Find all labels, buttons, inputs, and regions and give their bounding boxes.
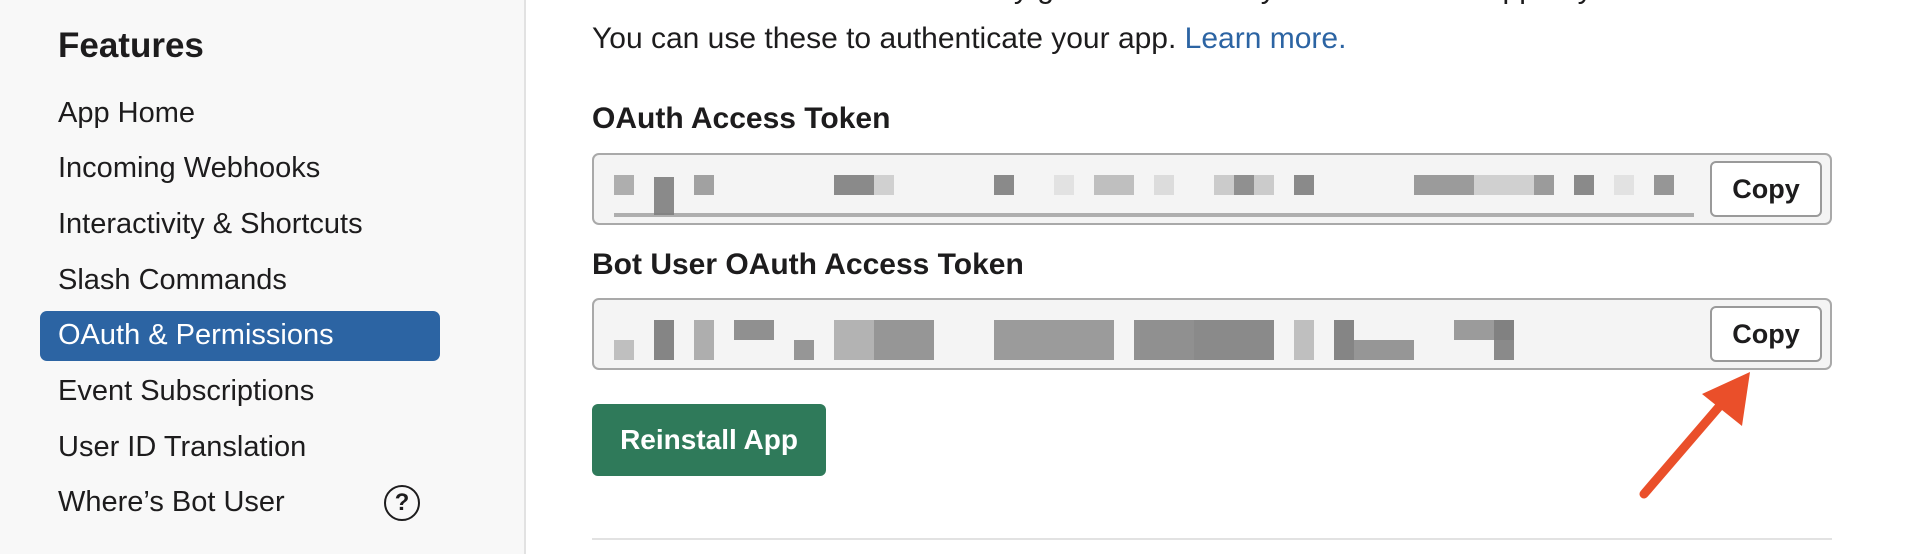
sidebar-item-label: Incoming Webhooks xyxy=(58,152,321,185)
intro-text: These tokens were automatically generate… xyxy=(592,0,1832,64)
sidebar: Features App Home Incoming Webhooks Inte… xyxy=(0,0,526,554)
copy-bot-token-button[interactable]: Copy xyxy=(1710,306,1822,362)
sidebar-item-app-home[interactable]: App Home xyxy=(40,88,440,138)
sidebar-item-incoming-webhooks[interactable]: Incoming Webhooks xyxy=(40,144,440,194)
sidebar-heading: Features xyxy=(58,26,204,65)
sidebar-item-user-id-translation[interactable]: User ID Translation xyxy=(40,422,440,472)
sidebar-item-event-subscriptions[interactable]: Event Subscriptions xyxy=(40,366,440,416)
sidebar-item-label: App Home xyxy=(58,96,196,129)
sidebar-item-label: Event Subscriptions xyxy=(58,374,315,407)
bot-token-field[interactable]: Copy xyxy=(592,298,1832,370)
sidebar-item-label: Interactivity & Shortcuts xyxy=(58,207,363,240)
sidebar-item-label: Where’s Bot User xyxy=(58,486,285,519)
reinstall-app-button[interactable]: Reinstall App xyxy=(592,404,826,476)
redacted-token xyxy=(614,320,1694,364)
section-divider xyxy=(592,538,1832,540)
sidebar-item-wheres-bot-user[interactable]: Where’s Bot User ? xyxy=(40,478,440,528)
question-circle-icon[interactable]: ? xyxy=(384,484,420,521)
sidebar-item-slash-commands[interactable]: Slash Commands xyxy=(40,255,440,305)
bot-token-label: Bot User OAuth Access Token xyxy=(592,248,1024,281)
oauth-token-label: OAuth Access Token xyxy=(592,102,891,135)
sidebar-item-interactivity-shortcuts[interactable]: Interactivity & Shortcuts xyxy=(40,199,440,249)
sidebar-item-label: OAuth & Permissions xyxy=(58,319,334,352)
features-nav: App Home Incoming Webhooks Interactivity… xyxy=(40,88,440,534)
sidebar-item-oauth-permissions[interactable]: OAuth & Permissions xyxy=(40,310,440,361)
annotation-arrow-icon xyxy=(1639,372,1750,499)
sidebar-item-label: Slash Commands xyxy=(58,263,287,296)
intro-line-1: These tokens were automatically generate… xyxy=(592,0,1832,14)
learn-more-link[interactable]: Learn more. xyxy=(1185,22,1347,55)
intro-line-2: You can use these to authenticate your a… xyxy=(592,22,1177,55)
redacted-token xyxy=(614,175,1694,219)
copy-oauth-token-button[interactable]: Copy xyxy=(1710,161,1822,217)
sidebar-item-label: User ID Translation xyxy=(58,430,307,463)
oauth-token-field[interactable]: Copy xyxy=(592,153,1832,225)
